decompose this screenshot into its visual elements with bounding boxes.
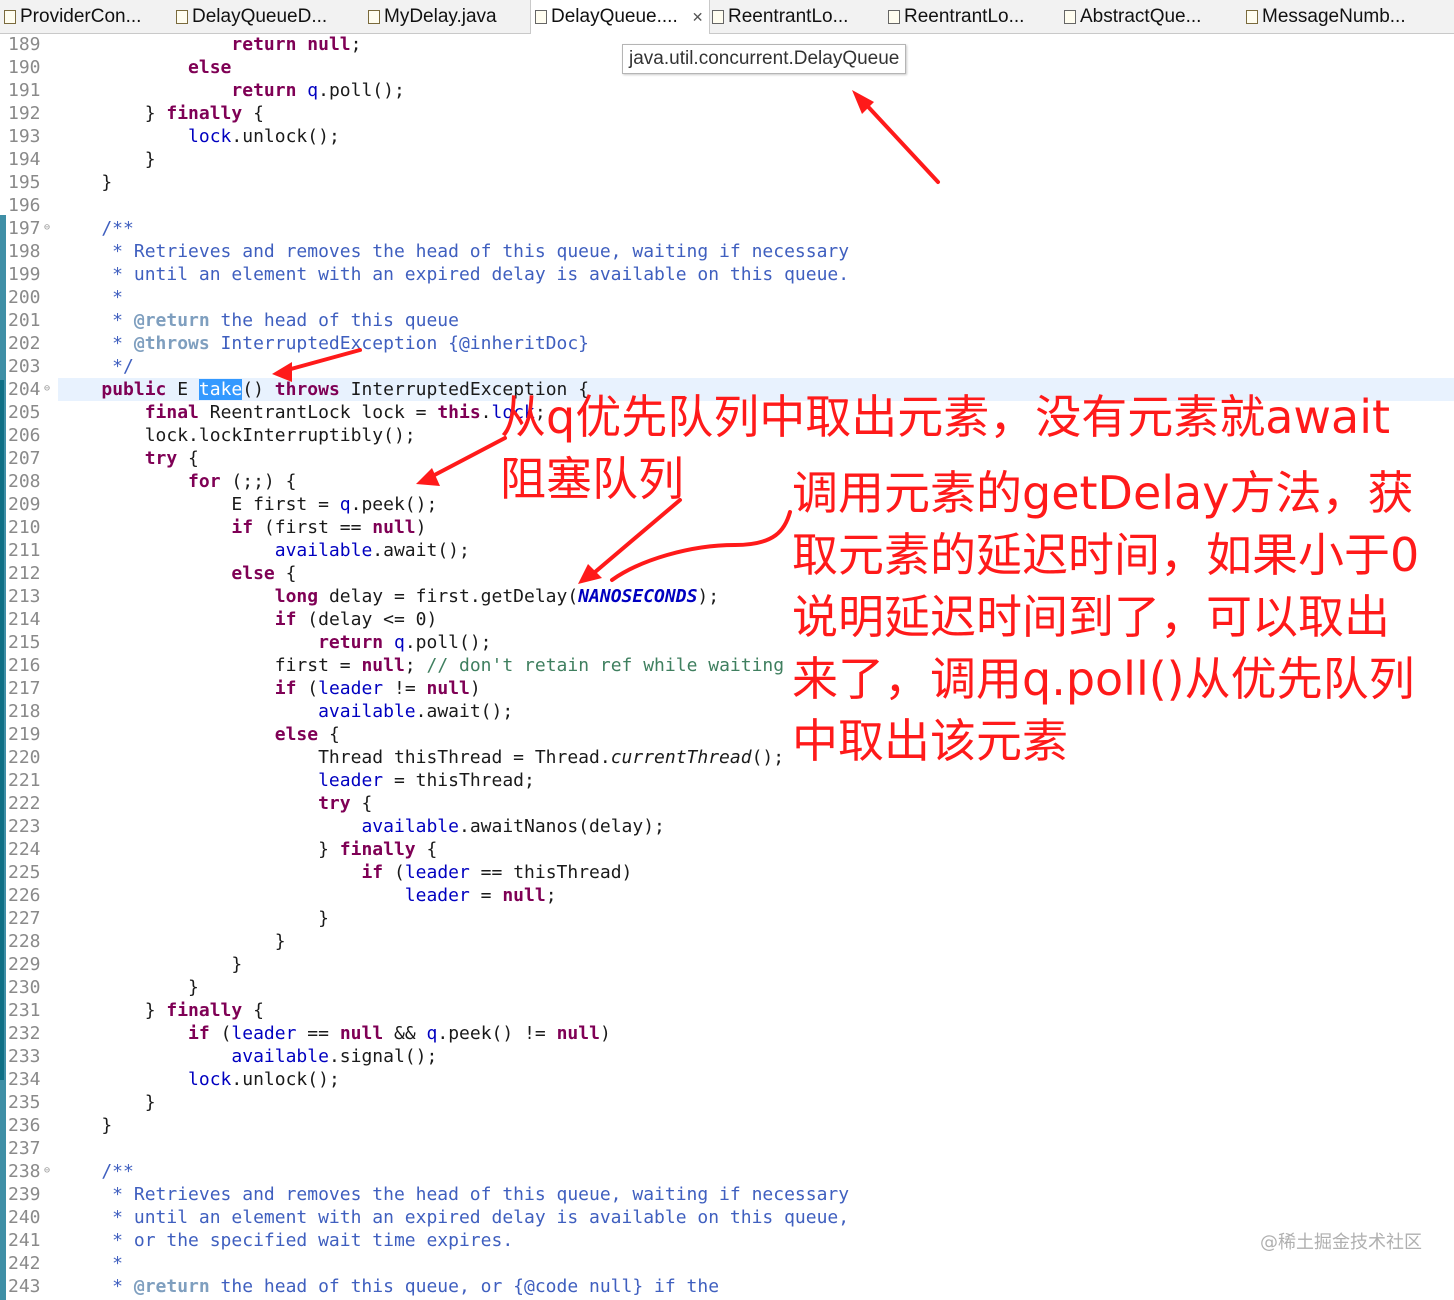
arrow-to-tooltip: [858, 96, 940, 184]
annotation-delay-line4: 来了，调用q.poll()从优先队列: [792, 652, 1415, 706]
annotation-take-line1: 从q优先队列中取出元素，没有元素就await: [500, 390, 1391, 444]
annotation-delay-line3: 说明延迟时间到了，可以取出: [792, 590, 1390, 644]
watermark: @稀土掘金技术社区: [1260, 1232, 1422, 1253]
annotation-delay-line2: 取元素的延迟时间，如果小于0: [792, 528, 1420, 582]
arrowhead-take: [272, 362, 292, 382]
annotation-delay-line1: 调用元素的getDelay方法，获: [792, 466, 1414, 520]
arrow-to-for: [423, 436, 507, 482]
annotation-take-line2: 阻塞队列: [500, 452, 684, 506]
arrowhead-for: [416, 468, 440, 486]
squiggle-to-delay-note: [610, 510, 792, 582]
annotation-delay-line5: 中取出该元素: [792, 714, 1068, 768]
